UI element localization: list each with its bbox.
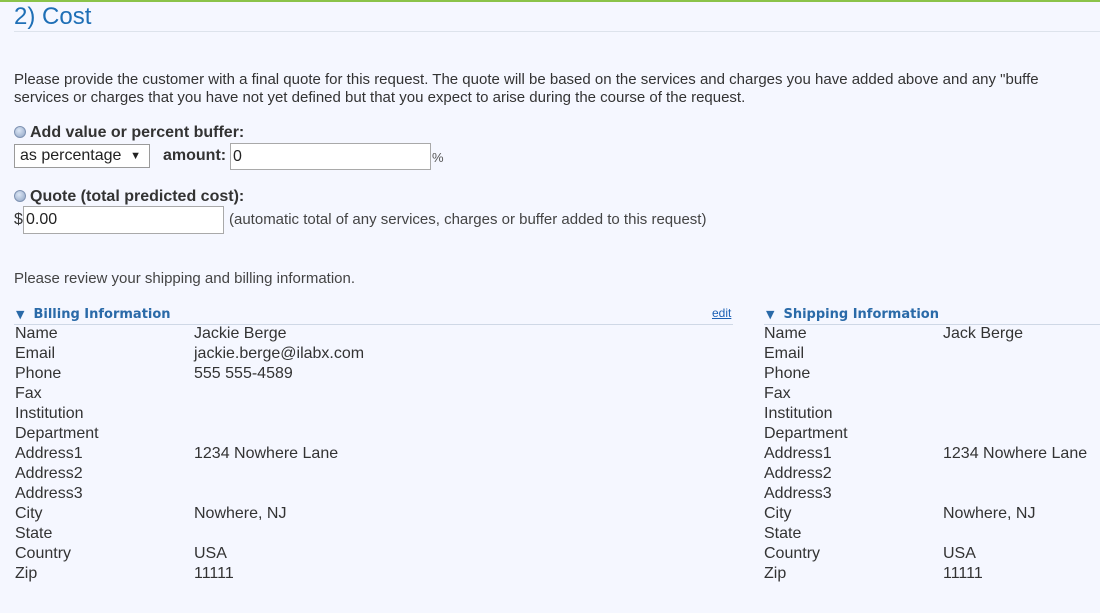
billing-row-value: USA [194,545,227,562]
buffer-label-row: Add value or percent buffer: [14,124,244,142]
billing-row-label: Name [15,325,58,342]
shipping-row-label: Country [764,545,821,562]
billing-row-label: City [15,505,43,522]
quote-label: Quote (total predicted cost): [30,188,245,205]
intro-text: Please provide the customer with a final… [14,71,1100,107]
shipping-row-label: Address1 [764,445,832,462]
shipping-divider [764,324,1100,325]
billing-row-label: Department [15,425,99,442]
buffer-mode-value: as percentage [20,147,122,164]
billing-row-value: Nowhere, NJ [194,505,287,522]
billing-header[interactable]: ▼ Billing Information [16,307,171,323]
buffer-mode-select[interactable]: as percentage ▼ [14,144,150,168]
buffer-label: Add value or percent buffer: [30,124,245,141]
billing-row-label: Address3 [15,485,83,502]
quote-input[interactable] [23,206,224,234]
review-text: Please review your shipping and billing … [14,270,356,287]
shipping-row-value: USA [943,545,976,562]
shipping-row-label: Institution [764,405,833,422]
shipping-row-label: Name [764,325,807,342]
shipping-row-value: Nowhere, NJ [943,505,1036,522]
billing-row-value: Jackie Berge [194,325,287,342]
billing-row-value: jackie.berge@ilabx.com [194,345,365,362]
billing-row-label: State [15,525,53,542]
title-divider [14,31,1100,32]
billing-edit-link[interactable]: edit [712,306,731,320]
help-icon[interactable] [14,126,26,138]
intro-line-1: Please provide the customer with a final… [14,71,1039,88]
billing-row-label: Address2 [15,465,83,482]
shipping-row-value: Jack Berge [943,325,1024,342]
shipping-row-label: Zip [764,565,787,582]
collapse-triangle-icon: ▼ [16,308,25,321]
section-title: 2) Cost [14,3,92,30]
shipping-row-value: 11111 [943,565,983,582]
billing-row-label: Address1 [15,445,83,462]
billing-divider [14,324,733,325]
top-accent-bar [0,0,1100,2]
billing-row-value: 11111 [194,565,234,582]
shipping-row-label: Email [764,345,805,362]
shipping-row-label: Address3 [764,485,832,502]
billing-title: Billing Information [33,307,171,322]
quote-label-row: Quote (total predicted cost): [14,188,244,206]
billing-row-value: 1234 Nowhere Lane [194,445,339,462]
percent-unit: % [432,150,444,165]
shipping-row-label: Fax [764,385,791,402]
currency-symbol: $ [14,211,23,228]
billing-row-label: Phone [15,365,62,382]
shipping-row-label: Phone [764,365,811,382]
billing-row-label: Institution [15,405,84,422]
shipping-header[interactable]: ▼ Shipping Information [766,307,939,323]
amount-label: amount: [163,147,227,164]
shipping-row-value: 1234 Nowhere Lane [943,445,1088,462]
shipping-row-label: State [764,525,802,542]
help-icon[interactable] [14,190,26,202]
shipping-title: Shipping Information [783,307,939,322]
billing-row-label: Zip [15,565,38,582]
intro-line-2: services or charges that you have not ye… [14,89,746,106]
collapse-triangle-icon: ▼ [766,308,775,321]
billing-row-value: 555 555-4589 [194,365,293,382]
amount-input[interactable] [230,143,431,170]
billing-row-label: Fax [15,385,42,402]
chevron-down-icon: ▼ [130,150,141,162]
shipping-row-label: Address2 [764,465,832,482]
shipping-row-label: Department [764,425,848,442]
billing-row-label: Email [15,345,56,362]
shipping-row-label: City [764,505,792,522]
quote-note: (automatic total of any services, charge… [229,211,707,228]
billing-row-label: Country [15,545,72,562]
